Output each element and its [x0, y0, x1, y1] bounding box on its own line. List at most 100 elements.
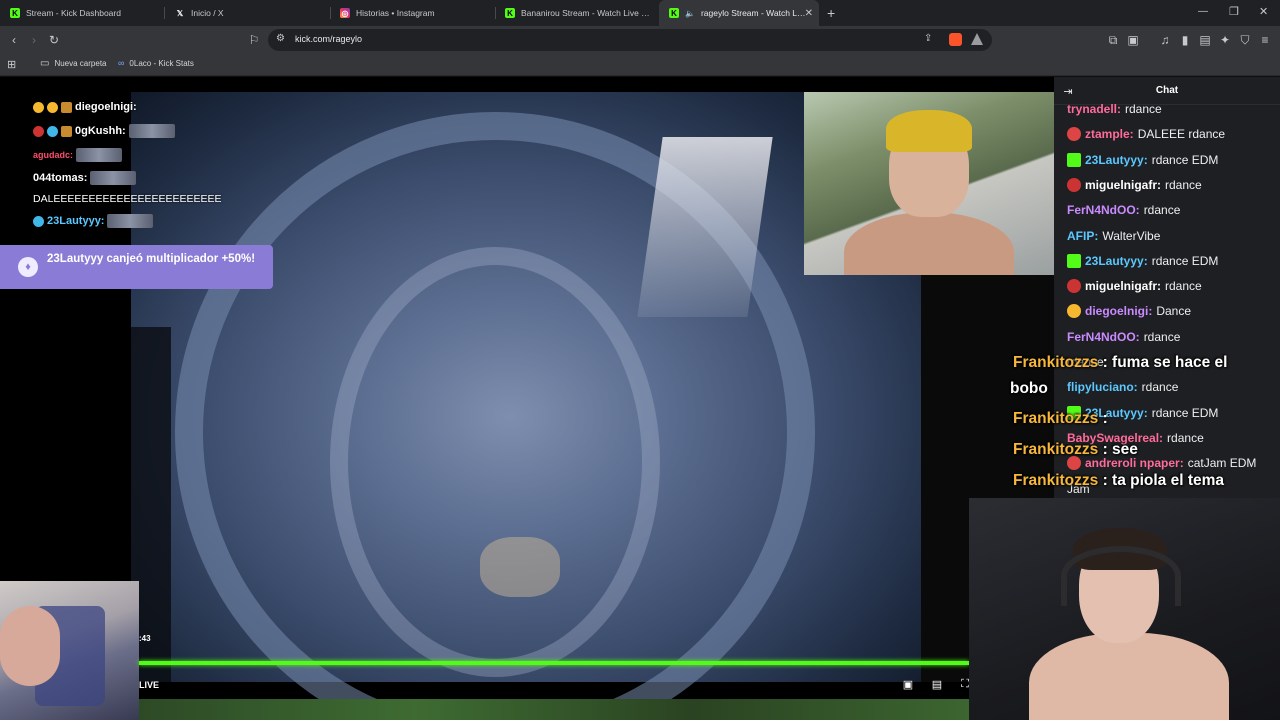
video-player[interactable]: diegoelnigi: 0gKushh: agudadc: 044tomas:…	[0, 77, 1054, 720]
overlay-chat-user: agudadc:	[33, 150, 74, 160]
overlay-chat-big-user: Frankitozzs	[1013, 354, 1099, 371]
overlay-chat-user: diegoelnigi:	[75, 101, 137, 113]
chat-title: Chat	[1155, 85, 1179, 96]
sidebar-icon[interactable]: ▮	[1177, 32, 1193, 48]
bookmarks-bar: ⊞ ▭ Nueva carpeta ∞ 0Laco - Kick Stats	[0, 54, 1280, 76]
tab-title: rageylo Stream - Watch Live o	[700, 8, 806, 18]
speaker-icon: 🔈	[685, 8, 695, 18]
overlay-chat-big-text: : ta piola el tema	[1098, 472, 1225, 489]
apps-grid-icon[interactable]: ⊞	[7, 58, 16, 71]
leo-icon[interactable]: ✦	[1217, 32, 1233, 48]
chat-username[interactable]: 23Lautyyy:	[1085, 254, 1148, 268]
menu-icon[interactable]: ≡	[1257, 32, 1273, 48]
minimize-icon[interactable]: —	[1198, 6, 1208, 17]
chat-text: rdance	[1143, 203, 1181, 218]
overlay-chat-big-text: bobo	[1010, 380, 1048, 397]
share-icon[interactable]: ⇪	[924, 33, 932, 44]
wallet-icon[interactable]: ▤	[1197, 32, 1213, 48]
overlay-chat-line: DALEEEEEEEEEEEEEEEEEEEEEEEE	[33, 193, 222, 205]
site-info-icon[interactable]: ⚙	[276, 33, 285, 44]
overlay-chat-big-line: bobo	[1010, 380, 1048, 398]
cam-person-beanie	[886, 110, 972, 152]
secondary-cam	[804, 92, 1054, 275]
chat-username[interactable]: FerN4NdOO:	[1067, 203, 1140, 217]
chat-text: DALEEE rdance	[1137, 127, 1226, 142]
overlay-chat-user: 23Lautyyy:	[47, 215, 105, 227]
kick-icon: K	[505, 8, 515, 18]
bookmark-label: 0Laco - Kick Stats	[129, 58, 194, 68]
new-tab-icon[interactable]: +	[827, 5, 835, 21]
theater-mode-icon[interactable]: ▤	[931, 678, 943, 691]
badge-icon	[33, 125, 44, 137]
video-timestamp: :43	[139, 634, 151, 643]
chat-message: FerN4NdOO: rdance	[1067, 203, 1180, 217]
live-indicator: LIVE	[139, 680, 160, 690]
chat-text: rdance	[1143, 329, 1181, 344]
close-window-icon[interactable]: ✕	[1259, 5, 1268, 18]
brave-shield-icon[interactable]	[949, 33, 962, 46]
chat-username[interactable]: 23Lautyyy:	[1085, 153, 1148, 167]
extensions-icon[interactable]: ⧉	[1105, 32, 1121, 48]
emote-icon	[128, 124, 175, 138]
chat-message: FerN4NdOO: rdance	[1067, 330, 1180, 344]
progress-fill	[139, 661, 969, 665]
video-content-grass	[139, 699, 969, 720]
chat-username[interactable]: ztample:	[1085, 127, 1134, 141]
redeem-text: 23Lautyyy canjeó multiplicador +50%!	[47, 253, 256, 265]
reload-icon[interactable]: ↻	[46, 32, 62, 48]
chat-username[interactable]: trynadell:	[1067, 102, 1121, 116]
restore-icon[interactable]: ❐	[1229, 5, 1239, 18]
instagram-icon: ◎	[340, 8, 350, 18]
address-toolbar: ‹ › ↻ ⚐ ⚙ kick.com/rageylo ⇪ ⧉ ▣ ♫ ▮ ▤ ✦…	[0, 26, 1280, 54]
pip-icon[interactable]: ▣	[902, 678, 914, 691]
chat-text: rdance	[1165, 177, 1202, 192]
tab-x[interactable]: 𝕏 Inicio / X	[165, 0, 325, 26]
chat-username[interactable]: miguelnigafr:	[1085, 178, 1161, 192]
tab-title: Historias • Instagram	[356, 8, 435, 18]
chat-username[interactable]: FerN4NdOO:	[1067, 330, 1140, 344]
chat-username[interactable]: AFIP:	[1067, 229, 1098, 243]
tab-rageylo[interactable]: K 🔈 rageylo Stream - Watch Live o ✕	[659, 0, 819, 26]
vpn-icon[interactable]: ⛉	[1237, 32, 1253, 48]
badge-icon	[47, 101, 58, 113]
chat-message: 23Lautyyy: rdance EDM	[1067, 253, 1218, 268]
overlay-chat-big-line: Frankitozzs :	[1013, 410, 1108, 428]
address-bar[interactable]: ⚙ kick.com/rageylo ⇪	[268, 29, 992, 51]
chat-username[interactable]: flipyluciano:	[1067, 380, 1138, 394]
overlay-chat-user: 044tomas:	[33, 172, 88, 184]
chat-text: rdance EDM	[1151, 405, 1219, 420]
cam-hand	[0, 606, 60, 686]
folder-icon: ▭	[40, 58, 50, 69]
chat-text: rdance EDM	[1151, 152, 1219, 167]
back-icon[interactable]: ‹	[6, 32, 22, 48]
rewards-icon[interactable]	[971, 33, 983, 45]
overlay-chat-line: 23Lautyyy:	[33, 214, 154, 228]
progress-bar[interactable]	[139, 661, 969, 665]
bookmark-icon[interactable]: ⚐	[246, 32, 262, 48]
chat-username[interactable]: diegoelnigi:	[1085, 304, 1152, 318]
chat-badge-icon	[1067, 152, 1081, 167]
close-tab-icon[interactable]: ✕	[805, 8, 813, 19]
screenshot-icon[interactable]: ▣	[1125, 32, 1141, 48]
streamer-webcam	[969, 498, 1280, 720]
tab-bananirou[interactable]: K Bananirou Stream - Watch Live on Ki	[495, 0, 655, 26]
overlay-chat-line: 044tomas:	[33, 171, 137, 185]
overlay-chat-big-text: : fuma se hace el	[1098, 354, 1228, 371]
tab-kick-dashboard[interactable]: K Stream - Kick Dashboard	[0, 0, 160, 26]
bookmark-item-stats[interactable]: ∞ 0Laco - Kick Stats	[118, 58, 194, 68]
badge-icon	[33, 215, 44, 227]
chat-message: 23Lautyyy: rdance EDM	[1067, 152, 1219, 167]
chat-badge-icon	[1067, 177, 1081, 192]
kick-icon: K	[669, 8, 679, 18]
badge-icon	[33, 101, 44, 113]
chat-text: rdance	[1165, 279, 1202, 294]
tab-instagram[interactable]: ◎ Historias • Instagram	[330, 0, 490, 26]
media-icon[interactable]: ♫	[1157, 32, 1173, 48]
tab-title: Stream - Kick Dashboard	[26, 8, 121, 18]
chat-username[interactable]: miguelnigafr:	[1085, 279, 1161, 293]
bookmark-item-folder[interactable]: ▭ Nueva carpeta	[40, 58, 106, 69]
overlay-chat-big-user: Frankitozzs	[1013, 410, 1099, 427]
overlay-chat-big-line: Frankitozzs : ta piola el tema	[1013, 472, 1224, 490]
chat-message: trynadell: rdance	[1067, 102, 1162, 116]
forward-icon[interactable]: ›	[26, 32, 42, 48]
